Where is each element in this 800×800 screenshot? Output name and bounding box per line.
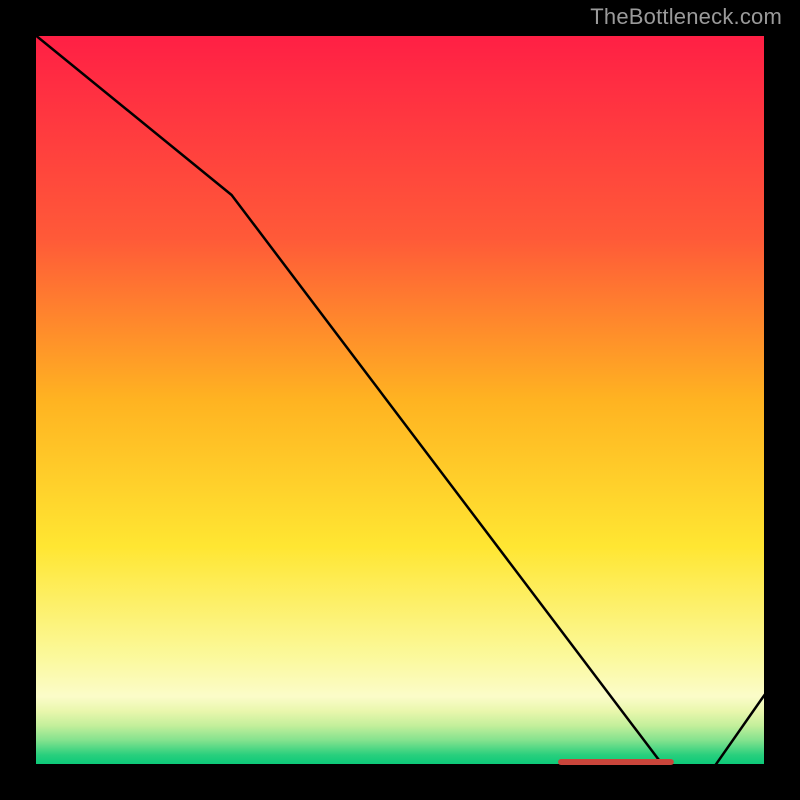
chart-frame: TheBottleneck.com [0,0,800,800]
gradient-background [34,34,766,766]
watermark-text: TheBottleneck.com [590,4,782,30]
chart-svg [34,34,766,766]
plot-area [34,34,766,766]
